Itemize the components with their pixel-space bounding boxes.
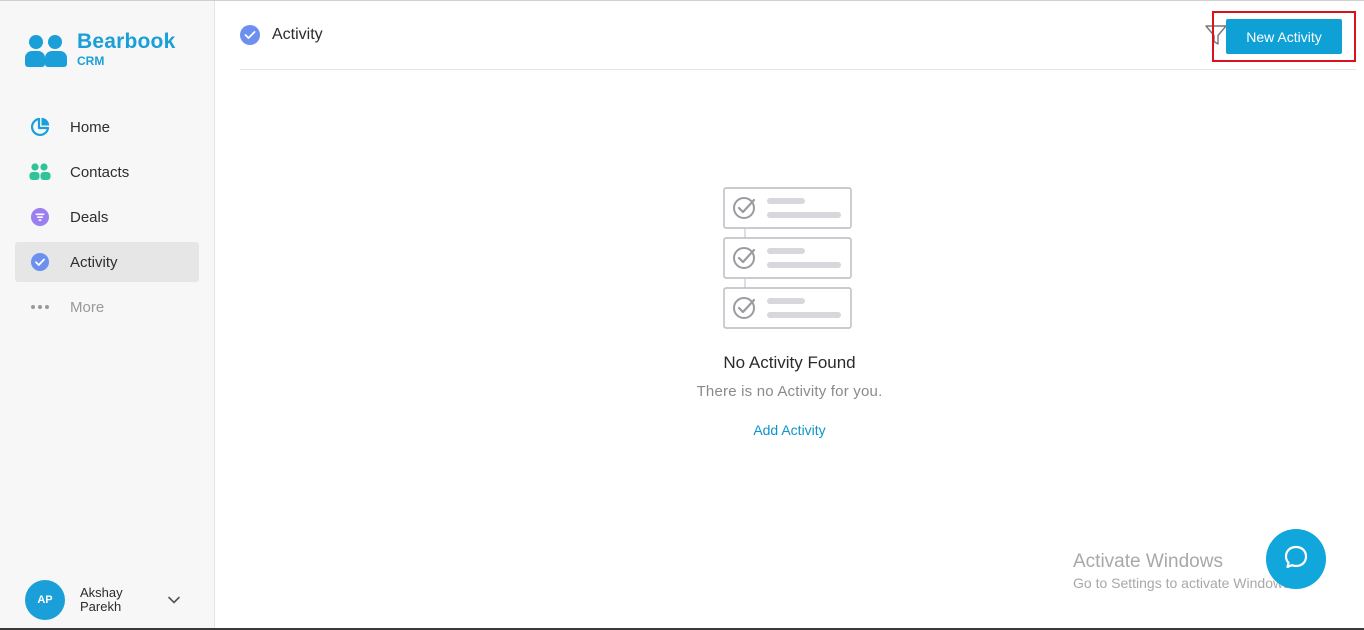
page-title: Activity	[272, 26, 323, 43]
logo-sub: CRM	[77, 54, 105, 68]
checklist-illustration-icon	[722, 187, 852, 329]
watermark-title: Activate Windows	[1073, 551, 1223, 572]
sidebar-item-label: Contacts	[70, 163, 130, 181]
user-menu[interactable]: AP Akshay Parekh	[25, 580, 195, 620]
empty-state-subtitle: There is no Activity for you.	[696, 383, 883, 400]
chat-launcher-button[interactable]	[1266, 529, 1326, 589]
sidebar-item-activity[interactable]: Activity	[15, 242, 199, 282]
sidebar-item-deals[interactable]: Deals	[15, 197, 199, 237]
new-activity-button[interactable]: New Activity	[1226, 19, 1342, 54]
check-circle-icon	[240, 25, 260, 45]
pie-chart-icon	[29, 116, 51, 138]
watermark-subtitle: Go to Settings to activate Windows.	[1073, 575, 1294, 591]
bearbook-logo-icon	[25, 31, 69, 67]
page-header: Activity New Activity	[240, 1, 1356, 70]
more-dots-icon	[29, 296, 51, 318]
logo-name: Bearbook	[77, 30, 176, 53]
empty-state: No Activity Found There is no Activity f…	[215, 187, 1364, 438]
chevron-down-icon[interactable]	[168, 593, 180, 607]
sidebar-item-label: Deals	[70, 208, 109, 226]
sidebar-item-label: Home	[70, 118, 111, 136]
sidebar-item-more[interactable]: More	[15, 287, 199, 327]
app-window: Bearbook CRM Home Contacts Deals Activit…	[0, 0, 1364, 630]
new-activity-highlight: New Activity	[1212, 11, 1356, 62]
main-content: Activity New Activity No Activity Found …	[215, 1, 1364, 628]
sidebar-item-contacts[interactable]: Contacts	[15, 152, 199, 192]
logo[interactable]: Bearbook CRM	[25, 31, 175, 67]
windows-activation-watermark: Activate Windows Go to Settings to activ…	[1073, 551, 1294, 591]
sidebar-nav: Home Contacts Deals Activity More	[15, 107, 199, 332]
sidebar-item-home[interactable]: Home	[15, 107, 199, 147]
user-name: Akshay Parekh	[80, 585, 123, 614]
empty-state-title: No Activity Found	[723, 353, 856, 372]
chat-bubble-icon	[1283, 544, 1309, 575]
add-activity-link[interactable]: Add Activity	[753, 422, 825, 438]
sidebar-item-label: More	[70, 298, 105, 316]
funnel-icon	[29, 206, 51, 228]
users-icon	[29, 161, 51, 183]
avatar: AP	[25, 580, 65, 620]
check-circle-icon	[29, 251, 51, 273]
sidebar-item-label: Activity	[70, 253, 118, 271]
sidebar: Bearbook CRM Home Contacts Deals Activit…	[0, 1, 215, 628]
